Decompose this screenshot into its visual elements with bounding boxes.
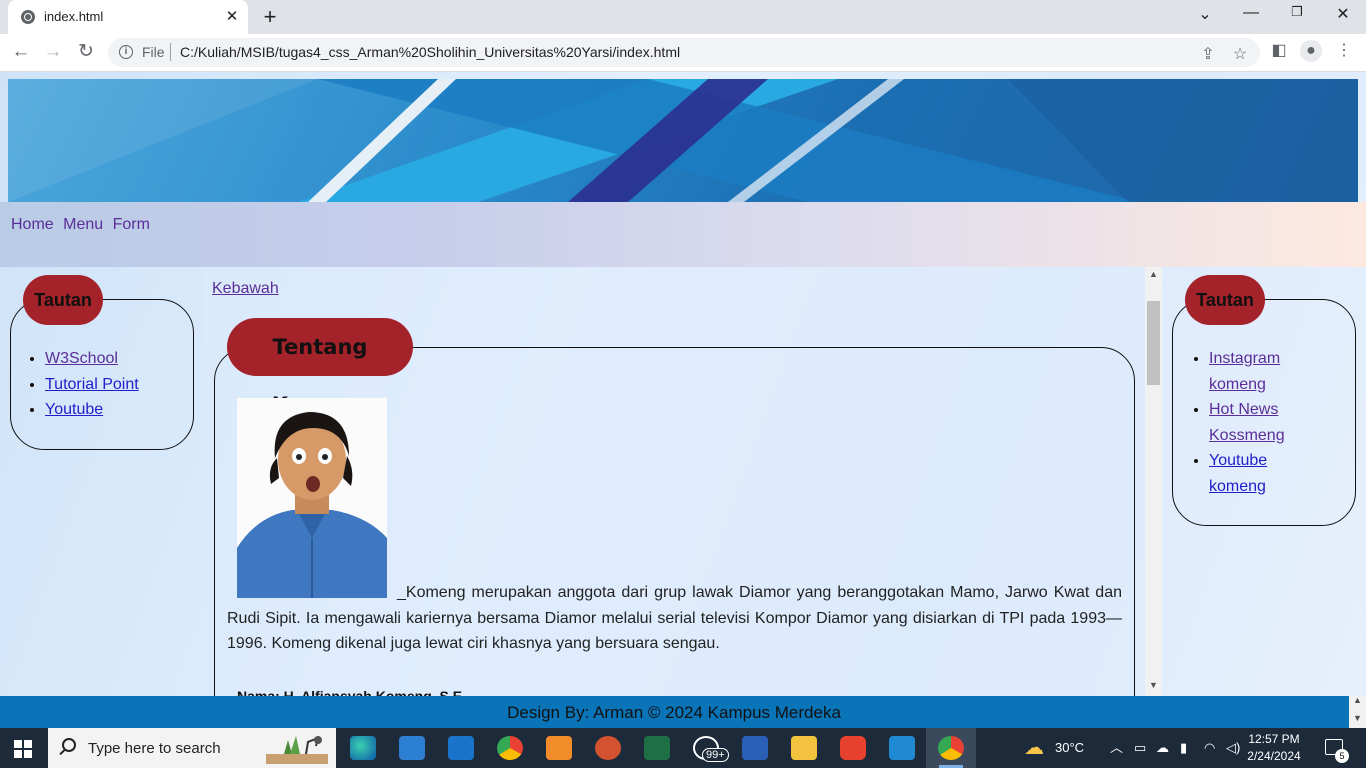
minimize-icon[interactable]: — (1239, 4, 1263, 22)
chrome-active-icon[interactable] (938, 736, 964, 760)
windows-taskbar: Type here to search 99+ ☁ 30°C ︿ ▭ ☁ ▮ ◠… (0, 728, 1366, 768)
url-divider (170, 43, 171, 61)
w3school-link[interactable]: W3School (45, 350, 118, 367)
volume-icon[interactable]: ◁) (1226, 728, 1240, 768)
scroll-down-arrow-icon[interactable]: ▼ (1149, 680, 1158, 690)
tutorial-point-link[interactable]: Tutorial Point (45, 376, 139, 393)
wps-office-icon[interactable] (840, 736, 866, 760)
powerpoint-icon[interactable] (595, 736, 621, 760)
share-icon[interactable]: ⇪ (1197, 44, 1219, 66)
about-name-line: Nama: H. Alfiansyah Komeng, S.E. (237, 688, 466, 696)
about-paragraph: _Komeng merupakan anggota dari grup lawa… (227, 584, 1122, 652)
page-scrollbar[interactable]: ▲ ▼ (1145, 267, 1162, 696)
globe-icon (21, 10, 35, 24)
search-placeholder: Type here to search (88, 740, 221, 757)
left-sidebar-title: Tautan (23, 275, 103, 325)
taskbar-search-box[interactable]: Type here to search (48, 728, 336, 768)
tray-chevron-icon[interactable]: ︿ (1110, 728, 1123, 768)
browser-toolbar: ← → ↻ i File C:/Kuliah/MSIB/tugas4_css_A… (0, 34, 1366, 72)
instagram-komeng-link[interactable]: Instagram komeng (1209, 350, 1280, 393)
weather-cloud-icon[interactable]: ☁ (1024, 728, 1044, 768)
address-bar[interactable]: i File C:/Kuliah/MSIB/tugas4_css_Arman%2… (108, 38, 1260, 67)
sublime-text-icon[interactable] (546, 736, 572, 760)
profile-icon[interactable]: ● (1300, 40, 1322, 62)
list-item: Youtube komeng (1209, 448, 1319, 499)
footer-text: Design By: Arman © 2024 Kampus Merdeka (507, 703, 841, 722)
new-tab-icon[interactable]: + (258, 4, 282, 30)
microsoft-store-icon[interactable] (399, 736, 425, 760)
word-icon[interactable] (742, 736, 768, 760)
scroll-up-arrow-icon[interactable]: ▲ (1149, 269, 1158, 279)
scroll-thumb[interactable] (1147, 301, 1160, 385)
about-title: Tentang Komeng (227, 318, 413, 417)
youtube-komeng-link[interactable]: Youtube komeng (1209, 452, 1267, 495)
url-text[interactable]: C:/Kuliah/MSIB/tugas4_css_Arman%20Sholih… (180, 44, 680, 60)
battery-icon[interactable]: ▮ (1180, 728, 1187, 768)
browser-tab-bar: index.html ✕ + ⌄ — ❐ ✕ (0, 0, 1366, 34)
tab-title: index.html (44, 9, 104, 24)
side-panel-icon[interactable]: ◧ (1268, 40, 1290, 62)
window-close-icon[interactable]: ✕ (1331, 4, 1355, 24)
meet-now-icon[interactable]: ▭ (1134, 728, 1146, 768)
list-item: Youtube (45, 397, 139, 423)
page-viewport: Home Menu Form W3School Tutorial Point Y… (0, 72, 1366, 728)
onedrive-icon[interactable]: ☁ (1156, 728, 1169, 768)
notification-count: 5 (1335, 749, 1349, 763)
clock-date: 2/24/2024 (1247, 749, 1301, 763)
windows-start-icon[interactable] (14, 740, 32, 758)
page-footer: Design By: Arman © 2024 Kampus Merdeka ▲… (0, 695, 1366, 728)
nav-home-link[interactable]: Home (11, 216, 54, 233)
clock-time: 12:57 PM (1248, 732, 1300, 746)
scroll-up-arrow-icon[interactable]: ▲ (1353, 695, 1362, 705)
main-content: Kebawah Tentang Komeng (203, 267, 1145, 696)
hot-news-link[interactable]: Hot News Kossmeng (1209, 401, 1285, 444)
nav-menu-link[interactable]: Menu (63, 216, 103, 233)
content-area: W3School Tutorial Point Youtube Tautan K… (0, 267, 1366, 696)
taskbar-clock[interactable]: 12:57 PM 2/24/2024 (1240, 731, 1308, 765)
excel-icon[interactable] (644, 736, 670, 760)
weather-temp[interactable]: 30°C (1055, 728, 1084, 768)
search-highlight-icon (266, 736, 328, 764)
right-links-box: Instagram komeng Hot News Kossmeng Youtu… (1172, 299, 1356, 526)
right-sidebar: Instagram komeng Hot News Kossmeng Youtu… (1162, 267, 1366, 696)
edge-icon[interactable] (350, 736, 376, 760)
list-item: Instagram komeng (1209, 346, 1319, 397)
footer-scrollbar[interactable]: ▲ ▼ (1349, 695, 1366, 728)
file-explorer-icon[interactable] (791, 736, 817, 760)
banner-graphic (8, 79, 1358, 202)
list-item: Hot News Kossmeng (1209, 397, 1319, 448)
back-icon[interactable]: ← (9, 40, 33, 64)
vscode-icon[interactable] (889, 736, 915, 760)
main-navbar: Home Menu Form (0, 202, 1366, 267)
whatsapp-badge: 99+ (702, 748, 729, 762)
browser-tab[interactable]: index.html ✕ (8, 0, 248, 34)
close-tab-icon[interactable]: ✕ (222, 7, 242, 25)
list-item: W3School (45, 346, 139, 372)
header-banner (8, 79, 1358, 202)
youtube-link[interactable]: Youtube (45, 401, 103, 418)
scroll-down-arrow-icon[interactable]: ▼ (1353, 713, 1362, 723)
tab-search-chevron-icon[interactable]: ⌄ (1193, 4, 1217, 24)
info-icon[interactable]: i (119, 45, 133, 59)
mail-icon[interactable] (448, 736, 474, 760)
kebawah-link[interactable]: Kebawah (212, 280, 279, 298)
nav-form-link[interactable]: Form (113, 216, 150, 233)
wifi-icon[interactable]: ◠ (1204, 728, 1215, 768)
search-icon (62, 738, 76, 752)
komeng-photo (237, 398, 387, 598)
restore-icon[interactable]: ❐ (1285, 4, 1309, 20)
reload-icon[interactable]: ↻ (74, 40, 98, 64)
list-item: Tutorial Point (45, 372, 139, 398)
right-sidebar-title: Tautan (1185, 275, 1265, 325)
bookmark-star-icon[interactable]: ☆ (1229, 44, 1251, 66)
menu-kebab-icon[interactable]: ⋮ (1333, 40, 1355, 62)
forward-icon[interactable]: → (41, 40, 65, 64)
chrome-app-icon[interactable] (497, 736, 523, 760)
left-sidebar: W3School Tutorial Point Youtube Tautan (0, 267, 203, 696)
url-scheme: File (142, 44, 165, 60)
